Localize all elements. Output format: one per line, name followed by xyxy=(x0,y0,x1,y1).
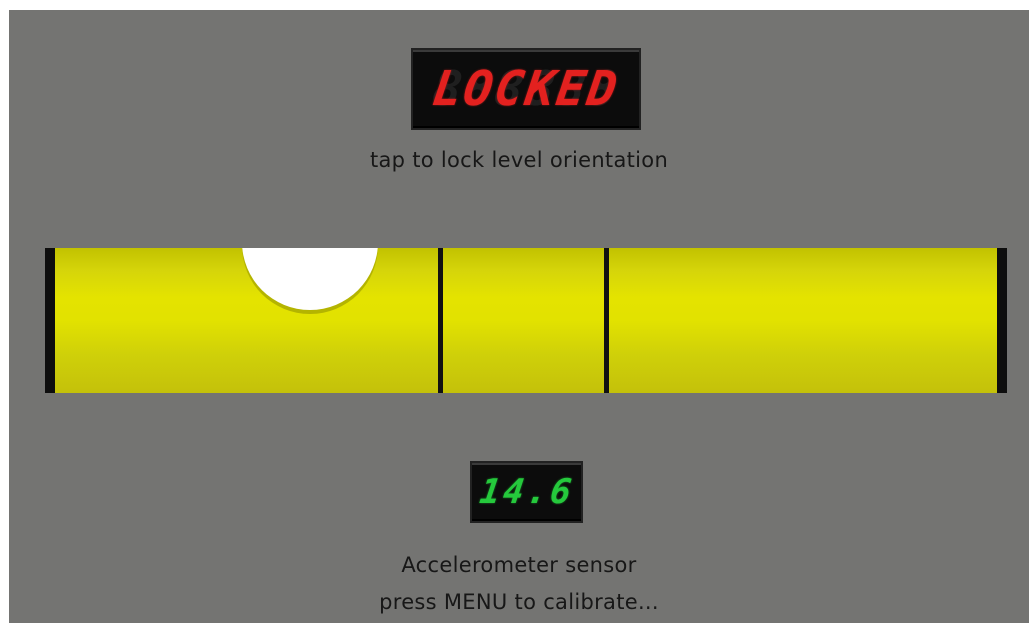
level-bubble xyxy=(242,248,378,310)
bubble-level-screen: 888888 LOCKED tap to lock level orientat… xyxy=(9,10,1029,623)
angle-value: 14.6 xyxy=(476,472,577,512)
lock-hint-label: tap to lock level orientation xyxy=(369,148,669,172)
lock-status-display[interactable]: 888888 LOCKED xyxy=(411,48,641,130)
angle-readout: 14.6 xyxy=(470,461,583,523)
vial-right-cap xyxy=(997,248,1007,393)
sensor-name-label: Accelerometer sensor xyxy=(401,553,637,577)
level-vial[interactable] xyxy=(45,248,1007,393)
vial-left-cap xyxy=(45,248,55,393)
center-marker-right xyxy=(604,248,609,393)
calibrate-hint-label: press MENU to calibrate... xyxy=(379,590,659,614)
lock-status-text: LOCKED xyxy=(429,61,623,117)
center-marker-left xyxy=(438,248,443,393)
